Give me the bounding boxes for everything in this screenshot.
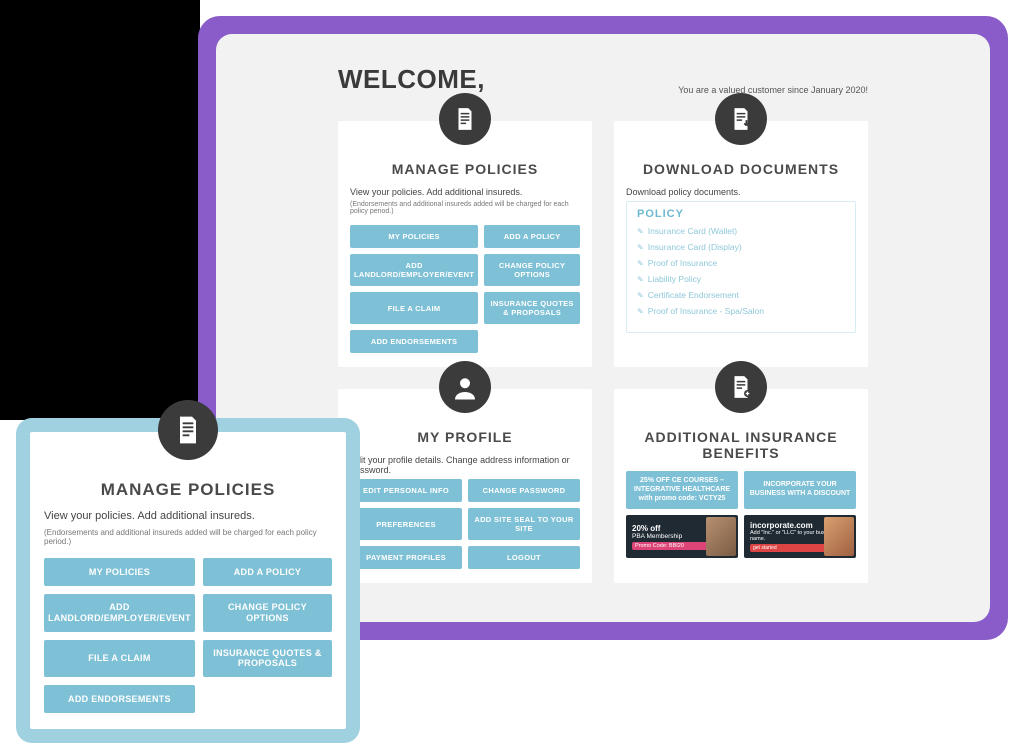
ce-courses-button[interactable]: 25% OFF CE COURSES – INTEGRATIVE HEALTHC… (626, 471, 738, 509)
add-landlord-button[interactable]: ADD LANDLORD/EMPLOYER/EVENT (350, 254, 478, 286)
download-documents-card: DOWNLOAD DOCUMENTS Download policy docum… (614, 121, 868, 367)
pencil-icon (637, 242, 644, 252)
additional-benefits-card: ADDITIONAL INSURANCE BENEFITS 25% OFF CE… (614, 389, 868, 583)
add-policy-button[interactable]: ADD A POLICY (484, 225, 580, 248)
file-claim-button[interactable]: FILE A CLAIM (44, 640, 195, 678)
logout-button[interactable]: LOGOUT (468, 546, 580, 569)
customer-since-text: You are a valued customer since January … (678, 85, 868, 95)
manage-policies-title: MANAGE POLICIES (44, 480, 332, 500)
payment-profiles-button[interactable]: PAYMENT PROFILES (350, 546, 462, 569)
document-icon (158, 400, 218, 460)
my-profile-card: MY PROFILE Edit your profile details. Ch… (338, 389, 592, 583)
my-policies-button[interactable]: MY POLICIES (44, 558, 195, 586)
pencil-icon (637, 258, 644, 268)
manage-policies-note: (Endorsements and additional insureds ad… (350, 201, 580, 215)
manage-policies-title: MANAGE POLICIES (350, 161, 580, 177)
change-password-button[interactable]: CHANGE PASSWORD (468, 479, 580, 502)
doc-link-label: Proof of Insurance - Spa/Salon (648, 306, 764, 316)
change-policy-options-button[interactable]: CHANGE POLICY OPTIONS (484, 254, 580, 286)
floating-manage-policies-card: MANAGE POLICIES View your policies. Add … (30, 432, 346, 729)
quotes-proposals-button[interactable]: INSURANCE QUOTES & PROPOSALS (484, 292, 580, 324)
manage-policies-card: MANAGE POLICIES View your policies. Add … (338, 121, 592, 367)
manage-policies-note: (Endorsements and additional insureds ad… (44, 528, 332, 546)
promo-image (824, 517, 854, 556)
add-endorsements-button[interactable]: ADD ENDORSEMENTS (350, 330, 478, 353)
my-profile-desc: Edit your profile details. Change addres… (350, 455, 580, 475)
add-policy-button[interactable]: ADD A POLICY (203, 558, 332, 586)
welcome-title: WELCOME, (338, 64, 485, 95)
my-profile-title: MY PROFILE (350, 429, 580, 445)
policy-section-head: POLICY (637, 208, 845, 220)
preferences-button[interactable]: PREFERENCES (350, 508, 462, 540)
add-endorsements-button[interactable]: ADD ENDORSEMENTS (44, 685, 195, 713)
pencil-icon (637, 290, 644, 300)
doc-link-label: Insurance Card (Display) (648, 242, 742, 252)
additional-benefits-title: ADDITIONAL INSURANCE BENEFITS (626, 429, 856, 461)
insurance-card-wallet-link[interactable]: Insurance Card (Wallet) (637, 226, 845, 236)
download-documents-desc: Download policy documents. (626, 187, 856, 197)
document-plus-icon (715, 361, 767, 413)
proof-of-insurance-link[interactable]: Proof of Insurance (637, 258, 845, 268)
welcome-row: WELCOME, You are a valued customer since… (254, 64, 952, 95)
liability-policy-link[interactable]: Liability Policy (637, 274, 845, 284)
certificate-endorsement-link[interactable]: Certificate Endorsement (637, 290, 845, 300)
pencil-icon (637, 226, 644, 236)
manage-policies-desc: View your policies. Add additional insur… (44, 510, 332, 522)
incorporate-business-button[interactable]: INCORPORATE YOUR BUSINESS WITH A DISCOUN… (744, 471, 856, 509)
floating-manage-policies-frame: MANAGE POLICIES View your policies. Add … (16, 418, 360, 743)
policy-documents-section: POLICY Insurance Card (Wallet) Insurance… (626, 201, 856, 333)
document-download-icon (715, 93, 767, 145)
insurance-card-display-link[interactable]: Insurance Card (Display) (637, 242, 845, 252)
doc-link-label: Liability Policy (648, 274, 701, 284)
quotes-proposals-button[interactable]: INSURANCE QUOTES & PROPOSALS (203, 640, 332, 678)
doc-link-label: Insurance Card (Wallet) (648, 226, 737, 236)
pencil-icon (637, 274, 644, 284)
promo-image (706, 517, 736, 556)
file-claim-button[interactable]: FILE A CLAIM (350, 292, 478, 324)
backdrop-black (0, 0, 200, 420)
change-policy-options-button[interactable]: CHANGE POLICY OPTIONS (203, 594, 332, 632)
doc-link-label: Certificate Endorsement (648, 290, 739, 300)
pencil-icon (637, 306, 644, 316)
incorporate-promo[interactable]: incorporate.com Add "Inc." or "LLC" to y… (744, 515, 856, 558)
add-landlord-button[interactable]: ADD LANDLORD/EMPLOYER/EVENT (44, 594, 195, 632)
profile-icon (439, 361, 491, 413)
manage-policies-desc: View your policies. Add additional insur… (350, 187, 580, 197)
doc-link-label: Proof of Insurance (648, 258, 717, 268)
download-documents-title: DOWNLOAD DOCUMENTS (626, 161, 856, 177)
add-site-seal-button[interactable]: ADD SITE SEAL TO YOUR SITE (468, 508, 580, 540)
edit-personal-info-button[interactable]: EDIT PERSONAL INFO (350, 479, 462, 502)
pba-membership-promo[interactable]: 20% off PBA Membership Promo Code: BBI20 (626, 515, 738, 558)
proof-of-insurance-spa-link[interactable]: Proof of Insurance - Spa/Salon (637, 306, 845, 316)
my-policies-button[interactable]: MY POLICIES (350, 225, 478, 248)
document-icon (439, 93, 491, 145)
